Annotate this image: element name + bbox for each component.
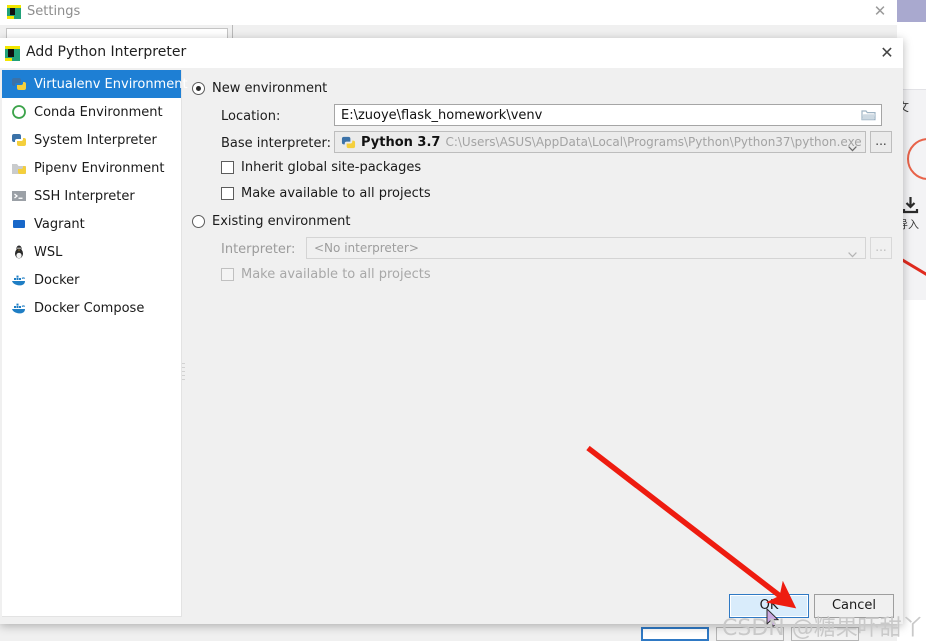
virtualenv-icon	[10, 76, 27, 93]
make-available-all-projects-checkbox-existing[interactable]: Make available to all projects	[221, 267, 431, 282]
checkbox-indicator	[221, 268, 234, 281]
new-environment-radio[interactable]: New environment	[192, 81, 327, 96]
interpreter-type-list[interactable]: Virtualenv Environment Conda Environment	[2, 70, 188, 617]
sidebar-item-system-interpreter[interactable]: System Interpreter	[2, 126, 181, 154]
location-value: E:\zuoye\flask_homework\venv	[341, 107, 543, 123]
sidebar-item-wsl[interactable]: WSL	[2, 238, 181, 266]
radio-indicator	[192, 82, 205, 95]
pycharm-icon	[5, 46, 20, 61]
existing-interpreter-combobox[interactable]: <No interpreter>	[306, 237, 866, 259]
location-input[interactable]: E:\zuoye\flask_homework\venv	[334, 104, 882, 126]
background-app-header	[897, 0, 926, 22]
sidebar-item-label: System Interpreter	[34, 132, 157, 148]
download-icon[interactable]	[901, 196, 920, 214]
inherit-global-site-packages-checkbox[interactable]: Inherit global site-packages	[221, 160, 421, 175]
sidebar-item-label: Virtualenv Environment	[34, 76, 188, 92]
location-label: Location:	[221, 109, 281, 124]
docker-compose-icon	[10, 300, 27, 317]
sidebar-item-ssh-interpreter[interactable]: SSH Interpreter	[2, 182, 181, 210]
settings-title: Settings	[27, 4, 81, 19]
close-icon[interactable]: ✕	[875, 43, 899, 65]
close-icon[interactable]: ✕	[868, 2, 892, 22]
base-interpreter-path: C:\Users\ASUS\AppData\Local\Programs\Pyt…	[445, 135, 862, 149]
docker-icon	[10, 272, 27, 289]
inherit-global-site-packages-label: Inherit global site-packages	[241, 160, 422, 175]
existing-environment-label: Existing environment	[212, 214, 351, 229]
chevron-down-icon[interactable]	[848, 245, 857, 258]
existing-environment-radio[interactable]: Existing environment	[192, 214, 350, 229]
make-available-all-projects-label: Make available to all projects	[241, 186, 431, 201]
sidebar-item-virtualenv-environment[interactable]: Virtualenv Environment	[2, 70, 188, 98]
radio-indicator	[192, 215, 205, 228]
sidebar-item-label: Docker Compose	[34, 300, 145, 316]
sidebar-item-label: Docker	[34, 272, 80, 288]
checkbox-indicator	[221, 187, 234, 200]
folder-icon[interactable]	[861, 108, 877, 122]
sidebar-item-pipenv-environment[interactable]: Pipenv Environment	[2, 154, 181, 182]
dialog-title: Add Python Interpreter	[26, 44, 187, 60]
base-interpreter-combobox[interactable]: Python 3.7 C:\Users\ASUS\AppData\Local\P…	[334, 131, 866, 153]
dialog-titlebar: Add Python Interpreter ✕	[0, 38, 903, 68]
linux-penguin-icon	[10, 244, 27, 261]
sidebar-item-docker-compose[interactable]: Docker Compose	[2, 294, 181, 322]
sidebar-item-docker[interactable]: Docker	[2, 266, 181, 294]
sidebar-item-vagrant[interactable]: Vagrant	[2, 210, 181, 238]
add-python-interpreter-dialog: Add Python Interpreter ✕ Virtualenv Envi…	[0, 38, 903, 624]
chevron-down-icon[interactable]	[848, 139, 857, 152]
circle-outline-icon	[907, 138, 926, 180]
screenshot-root: 文 导入 Settings ✕ Add Python Interpreter ✕…	[0, 0, 926, 641]
sidebar-item-label: SSH Interpreter	[34, 188, 135, 204]
sidebar-item-conda-environment[interactable]: Conda Environment	[2, 98, 181, 126]
make-available-all-projects-label: Make available to all projects	[241, 267, 431, 282]
checkbox-indicator	[221, 161, 234, 174]
existing-interpreter-label: Interpreter:	[221, 242, 296, 257]
existing-interpreter-value: <No interpreter>	[314, 241, 419, 255]
terminal-icon	[10, 188, 27, 205]
base-interpreter-browse-button[interactable]: ...	[870, 131, 892, 153]
pipenv-icon	[10, 160, 27, 177]
base-interpreter-name: Python 3.7	[361, 134, 441, 150]
python-icon	[341, 135, 356, 150]
new-environment-label: New environment	[212, 81, 328, 96]
sidebar-item-label: WSL	[34, 244, 63, 260]
make-available-all-projects-checkbox-new[interactable]: Make available to all projects	[221, 186, 431, 201]
sidebar-item-label: Pipenv Environment	[34, 160, 165, 176]
vagrant-icon	[10, 216, 27, 233]
python-icon	[10, 132, 27, 149]
sidebar-item-label: Vagrant	[34, 216, 85, 232]
base-interpreter-label: Base interpreter:	[221, 136, 331, 151]
settings-ok-button[interactable]	[641, 627, 709, 641]
settings-titlebar: Settings ✕	[0, 0, 897, 25]
conda-icon	[10, 104, 27, 121]
pycharm-icon	[7, 5, 21, 19]
csdn-watermark: CSDN @糖果吓甜丫	[722, 616, 924, 641]
sidebar-item-label: Conda Environment	[34, 104, 163, 120]
existing-interpreter-browse-button[interactable]: ...	[870, 237, 892, 259]
interpreter-settings-panel: New environment Location: E:\zuoye\flask…	[184, 70, 901, 617]
